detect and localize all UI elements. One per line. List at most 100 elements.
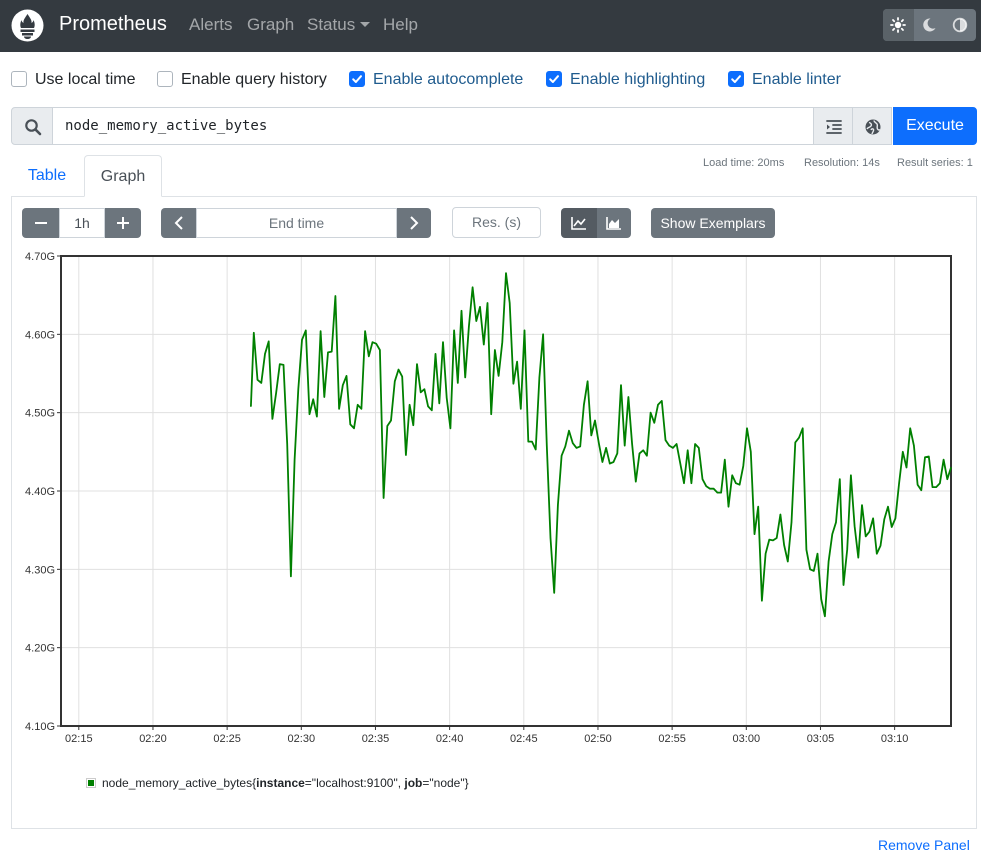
legend-label-key: instance: [256, 776, 305, 790]
data-point: [713, 488, 715, 490]
data-point: [572, 442, 574, 444]
data-point: [301, 339, 303, 341]
data-point: [935, 486, 937, 488]
data-point: [557, 504, 559, 506]
data-point: [364, 330, 366, 332]
data-point: [735, 482, 737, 484]
data-point: [523, 329, 526, 331]
data-point: [546, 445, 548, 447]
data-point: [498, 375, 500, 377]
data-point: [412, 424, 414, 426]
data-point: [828, 560, 830, 563]
data-point: [768, 539, 770, 541]
data-point: [898, 482, 900, 484]
data-point: [316, 416, 318, 418]
data-point: [598, 441, 600, 443]
data-point: [709, 488, 711, 490]
data-point: [438, 402, 440, 404]
data-point: [483, 343, 485, 346]
data-point: [776, 537, 778, 539]
chart-grid: [61, 256, 951, 726]
data-point: [305, 329, 307, 331]
data-point: [601, 461, 604, 463]
data-point: [839, 478, 841, 480]
data-point: [716, 492, 719, 494]
data-point: [294, 459, 296, 461]
data-point: [520, 408, 522, 410]
data-point: [275, 392, 277, 394]
data-point: [931, 486, 934, 488]
data-point: [820, 598, 822, 600]
y-tick-label: 4.60G: [25, 329, 55, 341]
data-point: [905, 466, 908, 469]
x-tick-label: 02:50: [584, 733, 612, 745]
data-point: [883, 518, 885, 520]
remove-panel-link[interactable]: Remove Panel: [878, 836, 970, 854]
data-point: [687, 449, 689, 451]
data-point: [642, 449, 644, 451]
data-point: [564, 445, 566, 447]
data-point: [509, 302, 511, 304]
data-point: [605, 447, 607, 449]
data-point: [331, 351, 333, 353]
data-point: [542, 333, 544, 335]
data-point: [946, 478, 948, 480]
data-point: [668, 445, 670, 447]
data-point: [383, 497, 385, 499]
data-point: [624, 445, 626, 447]
data-point: [320, 330, 322, 332]
data-point: [727, 506, 730, 508]
data-point: [549, 537, 552, 539]
data-point: [256, 379, 259, 381]
x-tick-label: 03:00: [733, 733, 761, 745]
data-point: [676, 443, 678, 445]
tab-graph[interactable]: Graph: [84, 155, 162, 197]
data-point: [739, 484, 741, 486]
data-point: [535, 448, 537, 451]
data-point: [794, 441, 796, 443]
data-point: [939, 482, 941, 484]
data-point: [638, 452, 641, 454]
data-point: [612, 461, 615, 463]
line-chart: 4.10G 4.20G 4.30G 4.40G 4.50G 4.60G 4.70G 02:1…: [25, 251, 952, 745]
data-point: [698, 447, 700, 449]
data-point: [705, 485, 707, 487]
data-point: [268, 340, 270, 342]
data-point: [813, 570, 815, 572]
data-point: [790, 521, 793, 523]
data-point: [701, 478, 704, 480]
data-point: [750, 451, 752, 453]
data-point: [683, 482, 685, 484]
x-tick-label: 03:10: [881, 733, 909, 745]
data-point: [449, 427, 451, 429]
data-point: [353, 427, 355, 429]
data-point: [323, 396, 325, 398]
data-point: [846, 549, 848, 551]
data-point: [594, 419, 596, 422]
data-point: [909, 427, 911, 429]
data-point: [824, 615, 826, 617]
data-point: [568, 430, 570, 432]
data-point: [516, 361, 518, 363]
data-point: [779, 513, 782, 516]
data-point: [661, 400, 663, 402]
data-point: [334, 295, 336, 297]
data-point: [816, 553, 819, 555]
data-point: [457, 382, 459, 384]
data-point: [308, 413, 311, 415]
legend-color: [88, 780, 94, 786]
y-tick-label: 4.70G: [25, 251, 55, 263]
data-point: [720, 492, 722, 494]
x-tick-label: 02:40: [436, 733, 464, 745]
data-point: [616, 452, 618, 454]
x-tick-label: 02:55: [658, 733, 686, 745]
data-point: [553, 592, 555, 594]
data-point: [472, 286, 474, 288]
y-tick-label: 4.10G: [25, 721, 55, 733]
data-point: [805, 549, 808, 551]
legend-label: node_memory_active_bytes{instance="local…: [102, 775, 469, 791]
data-point: [286, 443, 288, 445]
data-point: [397, 369, 400, 371]
data-point: [928, 455, 930, 458]
series-line-node-memory-active-bytes[interactable]: [250, 272, 952, 618]
